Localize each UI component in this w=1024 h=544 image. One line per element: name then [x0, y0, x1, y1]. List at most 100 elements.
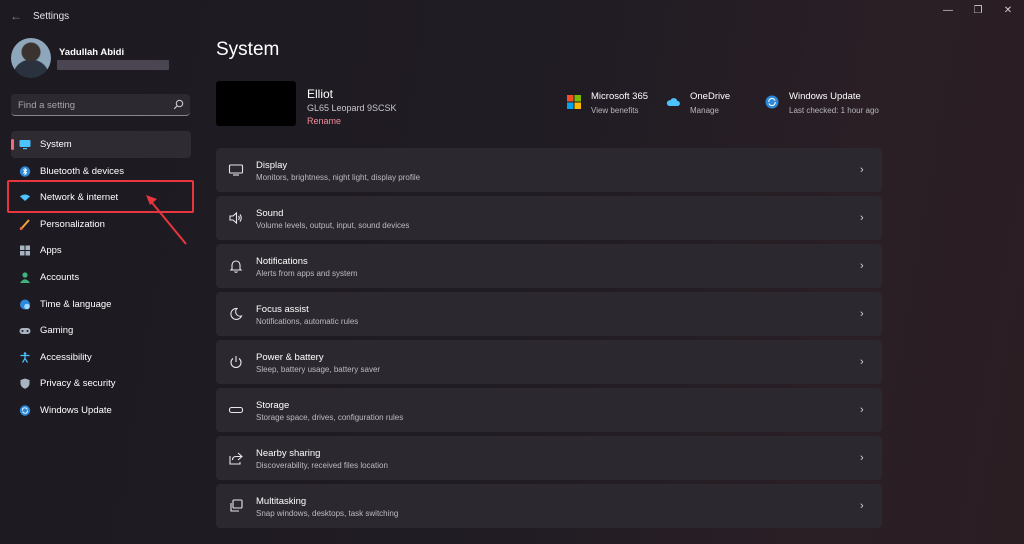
quick-link-title: OneDrive	[690, 91, 731, 102]
setting-title: Display	[256, 160, 288, 171]
microsoft-logo-icon	[567, 95, 581, 109]
redacted-email	[57, 60, 169, 70]
selection-indicator	[11, 139, 14, 150]
sidebar-item-time-language[interactable]: Time & language	[11, 291, 191, 318]
app-title: Settings	[33, 11, 70, 22]
setting-title: Notifications	[256, 256, 308, 267]
settings-window: ← Settings — ❐ ✕ Yadullah Abidi System	[0, 0, 1024, 544]
minimize-button[interactable]: —	[938, 4, 958, 18]
shield-icon	[19, 378, 31, 390]
device-name: Elliot	[307, 87, 334, 101]
setting-description: Notifications, automatic rules	[256, 317, 359, 326]
setting-title: Nearby sharing	[256, 448, 321, 459]
microsoft-365-link[interactable]: Microsoft 365 View benefits	[567, 91, 662, 121]
update-icon	[765, 95, 779, 109]
setting-notifications[interactable]: Notifications Alerts from apps and syste…	[216, 244, 882, 288]
onedrive-link[interactable]: OneDrive Manage	[666, 91, 746, 121]
sidebar-item-gaming[interactable]: Gaming	[11, 317, 191, 344]
setting-storage[interactable]: Storage Storage space, drives, configura…	[216, 388, 882, 432]
setting-multitasking[interactable]: Multitasking Snap windows, desktops, tas…	[216, 484, 882, 528]
annotation-arrow-icon	[146, 195, 187, 245]
sidebar-item-privacy-security[interactable]: Privacy & security	[11, 370, 191, 397]
device-thumbnail	[216, 81, 296, 126]
chevron-right-icon: ›	[860, 260, 864, 272]
windows-update-link[interactable]: Windows Update Last checked: 1 hour ago	[765, 91, 883, 121]
sidebar-item-label: Personalization	[40, 218, 105, 230]
cloud-icon	[666, 95, 680, 109]
monitor-icon	[19, 139, 31, 150]
sidebar-item-label: Accessibility	[40, 351, 92, 363]
chevron-right-icon: ›	[860, 500, 864, 512]
setting-nearby-sharing[interactable]: Nearby sharing Discoverability, received…	[216, 436, 882, 480]
avatar	[11, 38, 51, 78]
setting-display[interactable]: Display Monitors, brightness, night ligh…	[216, 148, 882, 192]
device-model: GL65 Leopard 9SCSK	[307, 103, 397, 113]
setting-power-battery[interactable]: Power & battery Sleep, battery usage, ba…	[216, 340, 882, 384]
quick-link-title: Microsoft 365	[591, 91, 649, 102]
setting-description: Volume levels, output, input, sound devi…	[256, 221, 410, 230]
quick-link-subtitle: Manage	[690, 106, 719, 115]
chevron-right-icon: ›	[860, 452, 864, 464]
chevron-right-icon: ›	[860, 356, 864, 368]
quick-link-subtitle: View benefits	[591, 106, 639, 115]
bluetooth-icon	[19, 165, 31, 177]
sidebar-item-accessibility[interactable]: Accessibility	[11, 344, 191, 371]
rename-link[interactable]: Rename	[307, 116, 341, 126]
sidebar-item-label: Time & language	[40, 298, 112, 310]
setting-description: Monitors, brightness, night light, displ…	[256, 173, 421, 182]
chevron-right-icon: ›	[860, 404, 864, 416]
person-icon	[19, 272, 31, 283]
share-icon	[228, 450, 244, 466]
display-icon	[228, 162, 244, 178]
globe-clock-icon	[19, 299, 31, 310]
brush-icon	[19, 219, 31, 230]
sidebar-item-label: Bluetooth & devices	[40, 165, 124, 177]
sidebar-item-label: Privacy & security	[40, 378, 116, 390]
sidebar-item-windows-update[interactable]: Windows Update	[11, 397, 191, 424]
setting-title: Focus assist	[256, 304, 309, 315]
user-profile[interactable]: Yadullah Abidi	[11, 38, 191, 82]
speaker-icon	[228, 210, 244, 226]
sidebar-item-label: Gaming	[40, 325, 74, 337]
user-name: Yadullah Abidi	[59, 47, 125, 58]
sidebar-nav: System Bluetooth & devices Network & int…	[11, 131, 191, 424]
setting-focus-assist[interactable]: Focus assist Notifications, automatic ru…	[216, 292, 882, 336]
quick-link-subtitle: Last checked: 1 hour ago	[789, 106, 879, 115]
maximize-button[interactable]: ❐	[968, 4, 988, 18]
setting-title: Sound	[256, 208, 284, 219]
setting-title: Multitasking	[256, 496, 307, 507]
sidebar-item-label: Accounts	[40, 271, 80, 283]
title-bar: ← Settings — ❐ ✕	[0, 0, 1024, 32]
sidebar-item-label: Windows Update	[40, 404, 112, 416]
sidebar-item-system[interactable]: System	[11, 131, 191, 158]
chevron-right-icon: ›	[860, 164, 864, 176]
setting-description: Alerts from apps and system	[256, 269, 358, 278]
gamepad-icon	[19, 325, 31, 336]
search-box[interactable]	[11, 94, 190, 116]
back-arrow-icon[interactable]: ←	[10, 9, 24, 23]
search-input[interactable]	[18, 98, 168, 112]
storage-icon	[228, 402, 244, 418]
update-icon	[19, 405, 31, 416]
setting-sound[interactable]: Sound Volume levels, output, input, soun…	[216, 196, 882, 240]
setting-description: Snap windows, desktops, task switching	[256, 509, 399, 518]
setting-description: Storage space, drives, configuration rul…	[256, 413, 404, 422]
chevron-right-icon: ›	[860, 212, 864, 224]
sidebar-item-accounts[interactable]: Accounts	[11, 264, 191, 291]
setting-title: Power & battery	[256, 352, 324, 363]
page-title: System	[216, 39, 280, 60]
chevron-right-icon: ›	[860, 308, 864, 320]
sidebar-item-label: System	[40, 139, 72, 150]
sidebar-item-label: Apps	[40, 245, 62, 257]
bell-icon	[228, 258, 244, 274]
power-icon	[228, 354, 244, 370]
close-button[interactable]: ✕	[998, 4, 1018, 18]
setting-title: Storage	[256, 400, 290, 411]
accessibility-icon	[19, 351, 31, 363]
settings-list: Display Monitors, brightness, night ligh…	[216, 148, 882, 532]
quick-link-title: Windows Update	[789, 91, 861, 102]
moon-icon	[228, 306, 244, 322]
search-icon[interactable]	[173, 99, 184, 110]
apps-icon	[19, 245, 31, 256]
multitask-icon	[228, 498, 244, 514]
